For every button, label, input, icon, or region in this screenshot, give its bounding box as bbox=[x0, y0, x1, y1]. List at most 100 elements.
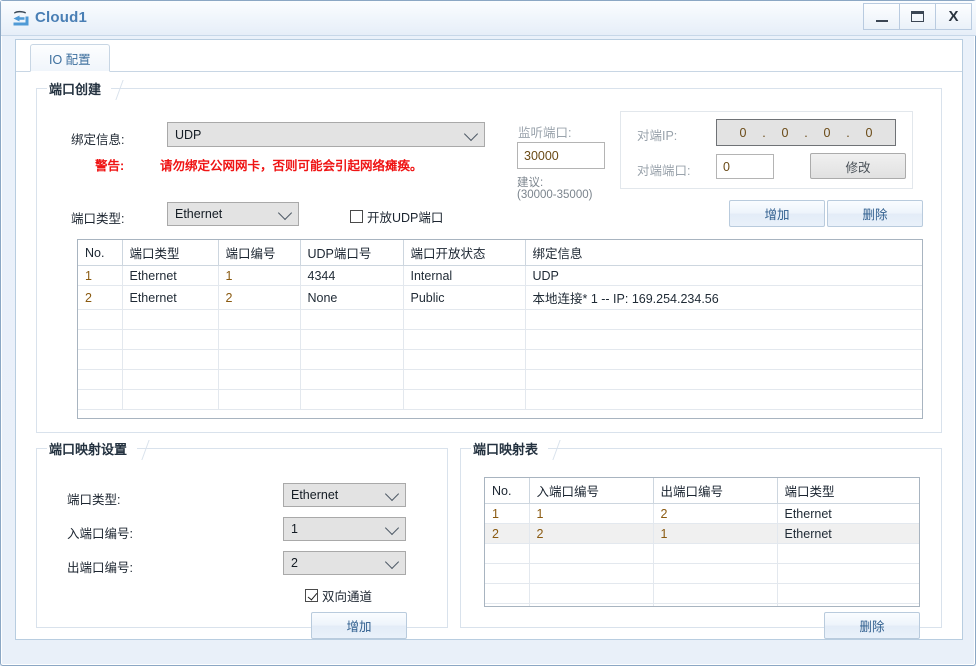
open-udp-port-checkbox[interactable]: 开放UDP端口 bbox=[350, 207, 443, 226]
cell-no: 2 bbox=[485, 523, 530, 544]
cell-port-number: 2 bbox=[218, 285, 301, 310]
listen-port-input[interactable]: 30000 bbox=[517, 142, 605, 169]
table-row[interactable]: 1 Ethernet 1 4344 Internal UDP bbox=[78, 265, 922, 286]
table-row[interactable]: 2 Ethernet 2 None Public 本地连接* 1 -- IP: … bbox=[78, 285, 922, 310]
cell-port-type: Ethernet bbox=[777, 523, 919, 544]
client-area: IO 配置 端口创建 绑定信息: UDP 警告: 请勿绑定公网网卡，否则可能会引… bbox=[15, 39, 963, 640]
peer-port-input[interactable]: 0 bbox=[716, 154, 774, 179]
table-row[interactable]: 1 1 2 Ethernet bbox=[485, 503, 919, 524]
warning-text: 请勿绑定公网网卡，否则可能会引起网络瘫痪。 bbox=[160, 159, 423, 173]
port-table[interactable]: No. 端口类型 端口编号 UDP端口号 端口开放状态 绑定信息 1 Ether… bbox=[77, 239, 923, 419]
col-no: No. bbox=[78, 240, 123, 266]
map-delete-button[interactable]: 删除 bbox=[824, 612, 920, 639]
table-header-row: No. 端口类型 端口编号 UDP端口号 端口开放状态 绑定信息 bbox=[78, 240, 922, 266]
close-button[interactable]: X bbox=[935, 3, 972, 30]
cell-port-number: 1 bbox=[218, 265, 301, 286]
chevron-down-icon bbox=[384, 554, 400, 570]
label-bind-info: 绑定信息: bbox=[71, 133, 125, 147]
window-buttons: X bbox=[863, 3, 972, 30]
label-peer-port: 对端端口: bbox=[637, 164, 691, 178]
cell-udp-port: None bbox=[300, 285, 404, 310]
table-row-empty[interactable] bbox=[78, 369, 922, 390]
map-port-type-value: Ethernet bbox=[291, 488, 339, 502]
cell-no: 1 bbox=[78, 265, 123, 286]
port-map-table-grid: No. 入端口编号 出端口编号 端口类型 1 1 2 Ethernet 2 2 … bbox=[485, 478, 919, 606]
table-row-empty[interactable] bbox=[78, 329, 922, 350]
open-udp-port-label: 开放UDP端口 bbox=[367, 211, 444, 225]
ip-dot: . bbox=[846, 125, 850, 140]
col-port-number: 端口编号 bbox=[218, 240, 301, 266]
table-row-empty[interactable] bbox=[78, 349, 922, 370]
chevron-down-icon bbox=[384, 486, 400, 502]
bind-info-value: UDP bbox=[175, 127, 202, 142]
label-in-port: 入端口编号: bbox=[67, 527, 133, 541]
out-port-combo[interactable]: 2 bbox=[283, 551, 406, 575]
close-icon: X bbox=[948, 8, 959, 25]
table-row-empty[interactable] bbox=[485, 563, 919, 584]
peer-ip-input[interactable]: 0 . 0 . 0 . 0 bbox=[716, 119, 896, 146]
minimize-icon bbox=[875, 19, 888, 22]
chevron-down-icon bbox=[463, 126, 479, 141]
cell-port-type: Ethernet bbox=[777, 503, 919, 524]
label-warning-tag: 警告: bbox=[95, 159, 125, 173]
col-open-state: 端口开放状态 bbox=[403, 240, 526, 266]
tab-strip: IO 配置 bbox=[16, 40, 962, 72]
in-port-value: 1 bbox=[291, 522, 298, 536]
col-no: No. bbox=[485, 478, 530, 504]
map-port-type-combo[interactable]: Ethernet bbox=[283, 483, 406, 507]
in-port-combo[interactable]: 1 bbox=[283, 517, 406, 541]
maximize-button[interactable] bbox=[899, 3, 936, 30]
peer-port-value: 0 bbox=[723, 159, 730, 174]
label-peer-ip: 对端IP: bbox=[637, 129, 678, 143]
label-out-port: 出端口编号: bbox=[67, 561, 133, 575]
port-map-table[interactable]: No. 入端口编号 出端口编号 端口类型 1 1 2 Ethernet 2 2 … bbox=[484, 477, 920, 607]
tab-io-config[interactable]: IO 配置 bbox=[30, 44, 110, 72]
checkbox-box bbox=[305, 589, 318, 602]
cell-open-state: Public bbox=[403, 285, 526, 310]
group-port-map-settings-title: 端口映射设置 bbox=[47, 438, 138, 458]
cell-no: 1 bbox=[485, 503, 530, 524]
delete-port-button[interactable]: 删除 bbox=[827, 200, 923, 227]
label-suggest: 建议: bbox=[517, 177, 544, 189]
bind-info-combo[interactable]: UDP bbox=[167, 122, 485, 147]
table-row-selected[interactable]: 2 2 1 Ethernet bbox=[485, 523, 919, 544]
col-port-type: 端口类型 bbox=[122, 240, 219, 266]
window-title: Cloud1 bbox=[35, 9, 88, 26]
cell-out-port: 1 bbox=[653, 523, 778, 544]
bidirectional-channel-label: 双向通道 bbox=[322, 590, 373, 604]
peer-ip-seg-4: 0 bbox=[865, 125, 873, 140]
col-udp-port: UDP端口号 bbox=[300, 240, 404, 266]
ip-dot: . bbox=[804, 125, 808, 140]
cell-in-port: 1 bbox=[529, 503, 654, 524]
table-row-empty[interactable] bbox=[485, 543, 919, 564]
table-row-empty[interactable] bbox=[485, 603, 919, 606]
ip-dot: . bbox=[762, 125, 766, 140]
add-port-button[interactable]: 增加 bbox=[729, 200, 825, 227]
modify-button[interactable]: 修改 bbox=[810, 153, 906, 179]
chevron-down-icon bbox=[277, 205, 293, 221]
label-suggest-range: (30000-35000) bbox=[517, 189, 593, 201]
col-bind-info: 绑定信息 bbox=[525, 240, 922, 266]
group-port-map-table-title: 端口映射表 bbox=[471, 438, 549, 458]
group-port-map-settings: 端口映射设置 端口类型: Ethernet 入端口编号: 1 出端口编号: 2 bbox=[36, 438, 448, 639]
cloud-device-icon bbox=[10, 7, 32, 29]
maximize-icon bbox=[911, 11, 924, 22]
table-row-empty[interactable] bbox=[485, 583, 919, 604]
port-table-grid: No. 端口类型 端口编号 UDP端口号 端口开放状态 绑定信息 1 Ether… bbox=[78, 240, 922, 410]
map-add-button[interactable]: 增加 bbox=[311, 612, 407, 639]
table-row-empty[interactable] bbox=[78, 309, 922, 330]
table-row-empty[interactable] bbox=[78, 389, 922, 410]
cell-out-port: 2 bbox=[653, 503, 778, 524]
minimize-button[interactable] bbox=[863, 3, 900, 30]
port-type-combo[interactable]: Ethernet bbox=[167, 202, 299, 226]
cell-port-type: Ethernet bbox=[122, 265, 219, 286]
col-out-port: 出端口编号 bbox=[653, 478, 778, 504]
group-port-create-title: 端口创建 bbox=[47, 78, 112, 98]
title-bar: Cloud1 X bbox=[1, 1, 976, 36]
port-type-value: Ethernet bbox=[175, 207, 223, 221]
cell-port-type: Ethernet bbox=[122, 285, 219, 310]
listen-port-value: 30000 bbox=[524, 148, 559, 163]
bidirectional-channel-checkbox[interactable]: 双向通道 bbox=[305, 586, 372, 605]
peer-ip-seg-3: 0 bbox=[823, 125, 831, 140]
group-port-map-table: 端口映射表 No. 入端口编号 出端口编号 端口类型 1 1 2 Etherne… bbox=[460, 438, 942, 639]
